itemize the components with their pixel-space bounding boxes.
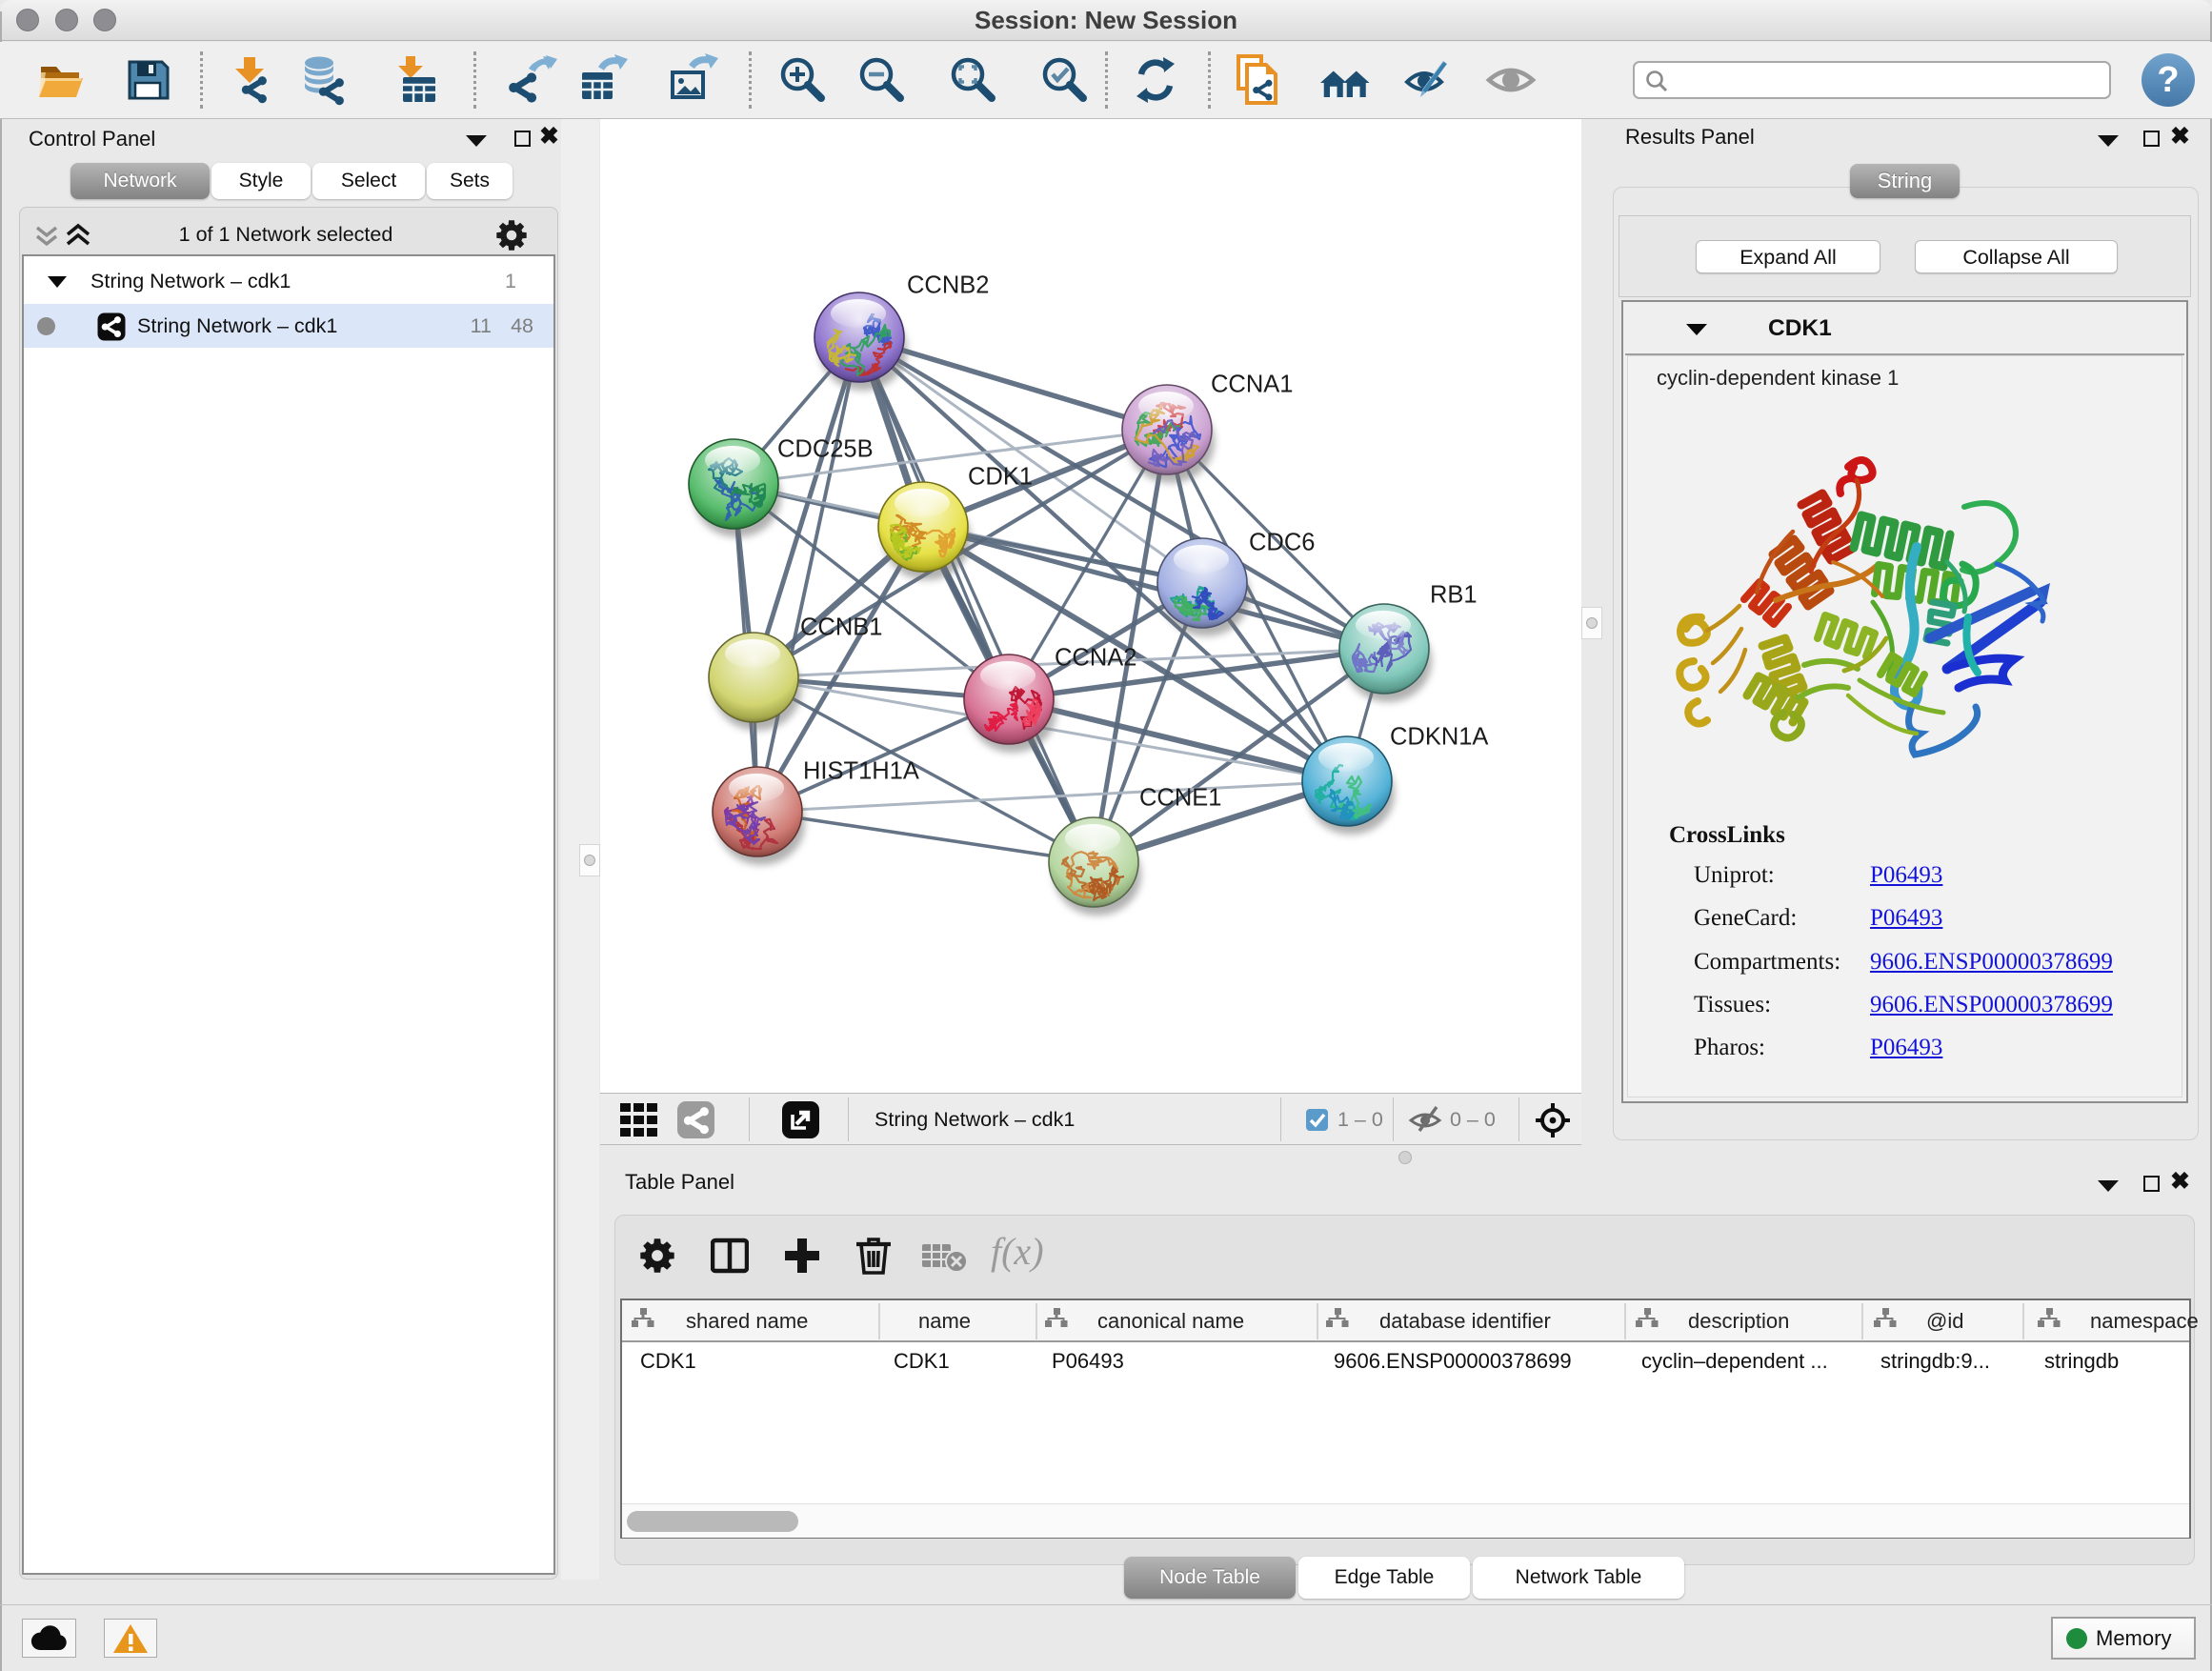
svg-text:RB1: RB1 [1430, 582, 1478, 609]
svg-text:CDK1: CDK1 [968, 464, 1033, 491]
svg-text:CDKN1A: CDKN1A [1390, 724, 1488, 751]
svg-text:CDC25B: CDC25B [777, 436, 874, 463]
svg-text:CCNE1: CCNE1 [1139, 785, 1221, 812]
svg-text:HIST1H1A: HIST1H1A [803, 758, 919, 785]
svg-text:CCNB1: CCNB1 [800, 614, 882, 641]
svg-text:CDC6: CDC6 [1249, 530, 1315, 556]
svg-text:CCNB2: CCNB2 [907, 272, 989, 299]
svg-text:CCNA1: CCNA1 [1211, 372, 1293, 398]
svg-text:CCNA2: CCNA2 [1055, 645, 1136, 672]
